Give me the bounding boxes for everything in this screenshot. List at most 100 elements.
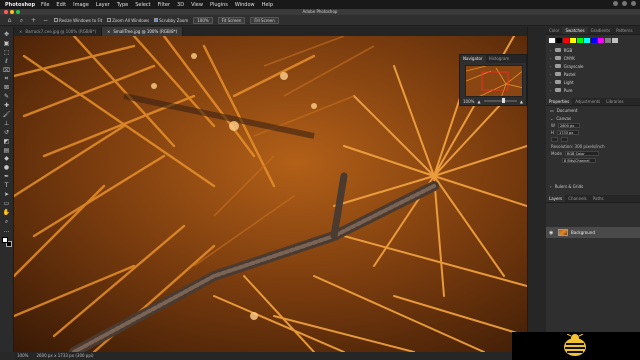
close-tab-icon[interactable]: × <box>19 27 22 36</box>
swatch-chip[interactable] <box>598 38 604 43</box>
crop-icon[interactable]: ⌗ <box>2 75 11 82</box>
swatch-chip[interactable] <box>556 38 562 43</box>
menu-type[interactable]: Type <box>117 2 128 8</box>
close-window-button[interactable] <box>4 10 8 14</box>
minimize-window-button[interactable] <box>10 10 14 14</box>
height-field[interactable]: 1733 px <box>557 130 580 135</box>
rulers-section-header[interactable]: › Rulers & Grids <box>546 182 640 190</box>
fill-screen-button[interactable]: Fill Screen <box>250 16 279 24</box>
dodge-icon[interactable]: ● <box>2 164 11 171</box>
swatch-chip[interactable] <box>584 38 590 43</box>
menu-filter[interactable]: Filter <box>158 2 170 8</box>
gradient-icon[interactable]: ▤ <box>2 147 11 154</box>
mode-select[interactable]: RGB Color <box>564 151 599 156</box>
bit-depth-select[interactable]: 8 Bits/Channel <box>562 158 596 163</box>
path-select-icon[interactable]: ➤ <box>2 191 11 198</box>
zoom-window-button[interactable] <box>16 10 20 14</box>
tab-histogram[interactable]: Histogram <box>486 55 513 63</box>
menu-help[interactable]: Help <box>262 2 273 8</box>
shape-icon[interactable]: ▭ <box>2 200 11 207</box>
menu-window[interactable]: Window <box>235 2 255 8</box>
scrubby-zoom-checkbox[interactable]: Scrubby Zoom <box>154 18 188 23</box>
width-field[interactable]: 2600 px <box>557 123 580 128</box>
foreground-color-swatch[interactable] <box>1 237 8 244</box>
swatch-chip[interactable] <box>612 38 618 43</box>
tab-patterns[interactable]: Patterns <box>613 27 635 34</box>
swatch-folder[interactable]: › Pure <box>546 86 640 94</box>
swatch-folder[interactable]: › Pastel <box>546 70 640 78</box>
search-icon[interactable] <box>622 1 627 6</box>
status-icon[interactable] <box>613 1 618 6</box>
menu-select[interactable]: Select <box>135 2 150 8</box>
home-icon[interactable]: ⌂ <box>6 17 13 24</box>
tab-swatches[interactable]: Swatches <box>562 27 588 34</box>
navigator-zoom-slider[interactable] <box>483 98 517 103</box>
close-tab-icon[interactable]: × <box>107 27 110 36</box>
menu-image[interactable]: Image <box>73 2 89 8</box>
tab-navigator[interactable]: Navigator <box>460 55 486 63</box>
move-icon[interactable]: ✥ <box>2 31 11 38</box>
marquee-icon[interactable]: ⬚ <box>2 49 11 56</box>
zoom-in-icon[interactable]: ▲ <box>520 99 523 104</box>
menu-view[interactable]: View <box>191 2 203 8</box>
tab-adjustments[interactable]: Adjustments <box>572 98 603 105</box>
hand-icon[interactable]: ✋ <box>2 209 11 216</box>
resize-windows-checkbox[interactable]: Resize Windows to Fit <box>54 18 102 23</box>
doc-tab-2[interactable]: × SmallTree.jpg @ 100% (RGB/8*) <box>102 27 184 36</box>
control-center-icon[interactable] <box>631 1 636 6</box>
tab-channels[interactable]: Channels <box>565 195 590 202</box>
navigator-thumbnail[interactable] <box>465 65 523 97</box>
swatch-folder[interactable]: › RGB <box>546 46 640 54</box>
portrait-icon[interactable] <box>551 137 558 142</box>
stamp-icon[interactable]: ⊥ <box>2 120 11 127</box>
frame-icon[interactable]: ⊠ <box>2 84 11 91</box>
swatch-chip[interactable] <box>563 38 569 43</box>
tab-paths[interactable]: Paths <box>590 195 607 202</box>
menu-layer[interactable]: Layer <box>96 2 110 8</box>
menu-file[interactable]: File <box>41 2 49 8</box>
type-icon[interactable]: T <box>2 182 11 189</box>
fit-screen-button[interactable]: Fit Screen <box>217 16 246 24</box>
zoom-all-windows-checkbox[interactable]: Zoom All Windows <box>107 18 149 23</box>
zoom-in-icon[interactable]: + <box>30 17 37 24</box>
canvas-section-header[interactable]: ⌄ Canvas <box>546 114 640 122</box>
zoom-100-button[interactable]: 100% <box>193 16 213 24</box>
swatch-folder[interactable]: › Light <box>546 78 640 86</box>
swatch-chip[interactable] <box>577 38 583 43</box>
menu-3d[interactable]: 3D <box>177 2 184 8</box>
tab-layers[interactable]: Layers <box>546 195 566 202</box>
swatch-chip[interactable] <box>570 38 576 43</box>
brush-icon[interactable]: 🖌 <box>2 111 11 118</box>
menu-plugins[interactable]: Plugins <box>210 2 228 8</box>
more-tools-icon[interactable]: … <box>2 227 11 234</box>
tab-properties[interactable]: Properties <box>546 98 573 105</box>
layer-row-background[interactable]: ◉ Background <box>546 227 640 238</box>
app-menu[interactable]: Photoshop <box>5 2 35 8</box>
navigator-zoom-value[interactable]: 100% <box>463 99 474 104</box>
tab-gradients[interactable]: Gradients <box>588 27 614 34</box>
status-zoom[interactable]: 100% <box>17 352 28 360</box>
eyedropper-icon[interactable]: ✎ <box>2 93 11 100</box>
tab-libraries[interactable]: Libraries <box>603 98 626 105</box>
object-select-icon[interactable]: ⌧ <box>2 67 11 74</box>
history-brush-icon[interactable]: ↺ <box>2 129 11 136</box>
landscape-icon[interactable] <box>561 137 568 142</box>
zoom-tool-icon[interactable]: ⌕ <box>18 17 25 24</box>
swatch-chip[interactable] <box>591 38 597 43</box>
menu-edit[interactable]: Edit <box>56 2 66 8</box>
zoom-icon[interactable]: ⌕ <box>2 218 11 225</box>
zoom-out-icon[interactable]: ▲ <box>477 99 480 104</box>
swatch-folder[interactable]: › CMYK <box>546 54 640 62</box>
tab-color[interactable]: Color <box>546 27 562 34</box>
document-canvas[interactable] <box>14 36 527 352</box>
eraser-icon[interactable]: ◩ <box>2 138 11 145</box>
pen-icon[interactable]: ✒ <box>2 173 11 180</box>
lasso-icon[interactable]: ℓ <box>2 58 11 65</box>
swatch-folder[interactable]: › Grayscale <box>546 62 640 70</box>
swatch-chip[interactable] <box>605 38 611 43</box>
swatch-chip[interactable] <box>549 38 555 43</box>
eye-icon[interactable]: ◉ <box>549 230 555 236</box>
doc-tab-1[interactable]: × Barrack7.cee.jpg @ 100% (RGB/8*) <box>14 27 103 36</box>
color-swatches[interactable] <box>1 237 12 248</box>
blur-icon[interactable]: ◆ <box>2 155 11 162</box>
